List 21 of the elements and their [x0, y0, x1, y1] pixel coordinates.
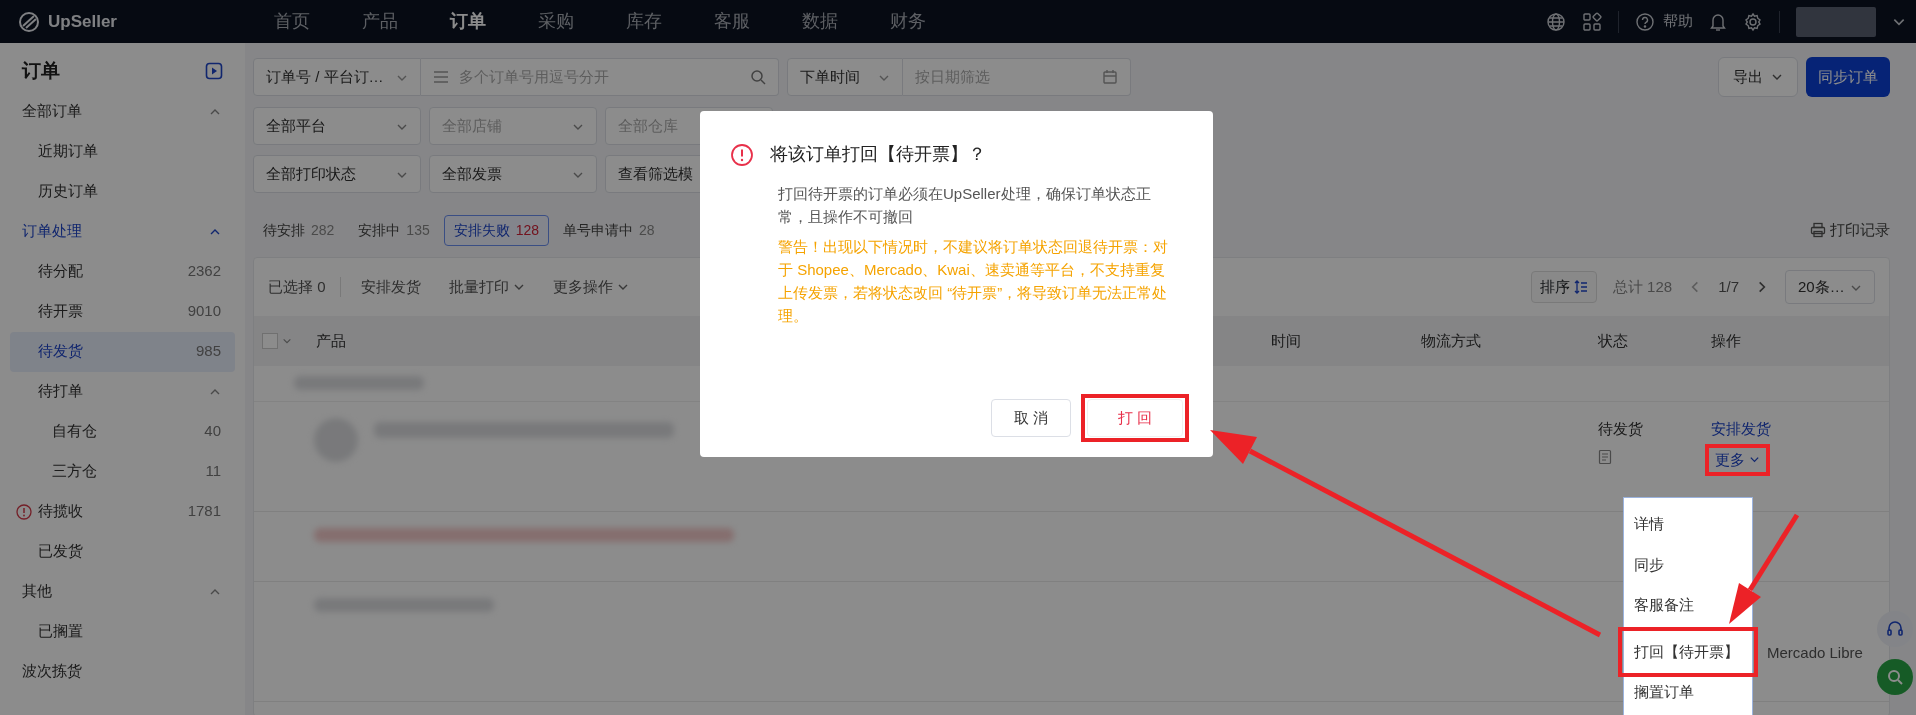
item-count: 2362	[187, 261, 221, 282]
item-count: 40	[204, 421, 221, 442]
item-count: 985	[195, 341, 221, 362]
total-count: 总计 128	[1612, 276, 1673, 297]
column-header: 操作	[1711, 330, 1741, 351]
item-count: 9010	[187, 301, 221, 322]
selected-count: 已选择 0	[268, 276, 326, 297]
column-header: 物流方式	[1421, 330, 1481, 351]
column-header: 产品	[315, 330, 346, 351]
dialog-message: 打回待开票的订单必须在UpSeller处理，确保订单状态正常，且操作不可撤回	[778, 184, 1152, 228]
order-status: 待发货	[1598, 419, 1644, 439]
column-header: 时间	[1271, 330, 1301, 351]
sidebar-title: 订单	[22, 59, 60, 83]
warning-message: 警告！出现以下情况时，不建议将订单状态回退待开票：对于 Shopee、Mercado、Kwai、速卖通等平台，不支持重复上传发票，若将状态改回 “待开票”，将导致订单无法正常处理。	[778, 236, 1169, 327]
dialog-title: 将该订单打回【待开票】？	[770, 143, 986, 166]
item-count: 1781	[187, 501, 221, 522]
logo-text: UpSeller	[48, 10, 117, 33]
item-count: 11	[205, 461, 221, 482]
page-indicator: 1/7	[1718, 276, 1739, 297]
column-header: 状态	[1598, 330, 1628, 351]
platform-name: Mercado Libre	[1767, 644, 1863, 661]
